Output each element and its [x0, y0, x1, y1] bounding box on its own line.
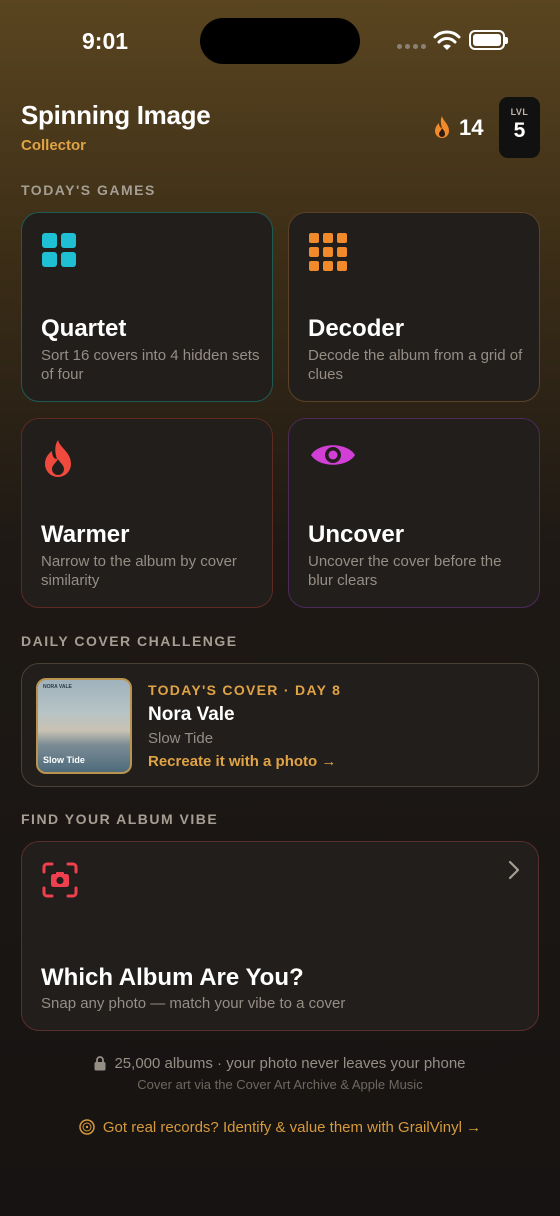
game-description: Decode the album from a grid of clues — [308, 347, 523, 383]
status-bar: 9:01 — [0, 0, 560, 80]
privacy-note: 25,000 albums · your photo never leaves … — [0, 1055, 560, 1072]
cover-label: Slow Tide — [43, 755, 85, 765]
section-label-vibe: FIND YOUR ALBUM VIBE — [21, 811, 219, 827]
battery-icon — [469, 30, 508, 50]
game-card-warmer[interactable]: Warmer Narrow to the album by cover simi… — [21, 418, 273, 608]
challenge-album: Slow Tide — [148, 730, 214, 747]
level-value: 5 — [513, 119, 526, 142]
header: Spinning Image Collector 14 LVL 5 — [21, 97, 541, 160]
camera-scan-icon — [42, 862, 78, 898]
flame-icon — [45, 440, 71, 477]
game-card-quartet[interactable]: Quartet Sort 16 covers into 4 hidden set… — [21, 212, 273, 402]
signal-icon — [397, 44, 426, 49]
section-label-games: TODAY'S GAMES — [21, 182, 156, 198]
game-card-uncover[interactable]: Uncover Uncover the cover before the blu… — [288, 418, 540, 608]
section-label-challenge: DAILY COVER CHALLENGE — [21, 633, 238, 649]
game-title: Warmer — [41, 521, 130, 548]
privacy-note-text: 25,000 albums · your photo never leaves … — [114, 1055, 466, 1072]
challenge-artist: Nora Vale — [148, 704, 235, 725]
vinyl-record-icon — [79, 1119, 95, 1135]
flame-icon — [435, 116, 449, 138]
wifi-icon — [433, 30, 461, 50]
game-description: Uncover the cover before the blur clears — [308, 553, 502, 589]
chevron-right-icon — [508, 860, 520, 880]
eye-icon — [311, 445, 355, 465]
game-title: Decoder — [308, 315, 405, 342]
album-cover-thumbnail: NORA VALE Slow Tide — [36, 678, 132, 774]
streak-count: 14 — [459, 115, 484, 140]
lock-icon — [94, 1056, 106, 1071]
recreate-photo-link[interactable]: Recreate it with a photo → — [148, 753, 336, 770]
game-description: Narrow to the album by cover similarity — [41, 553, 237, 589]
status-time: 9:01 — [82, 28, 129, 54]
album-vibe-card[interactable]: Which Album Are You? Snap any photo — ma… — [21, 841, 539, 1031]
game-title: Uncover — [308, 521, 405, 548]
promo-text: Got real records? Identify & value them … — [102, 1119, 482, 1136]
game-card-decoder[interactable]: Decoder Decode the album from a grid of … — [288, 212, 540, 402]
grid-3x3-icon — [309, 233, 347, 271]
vibe-description: Snap any photo — match your vibe to a co… — [41, 995, 346, 1012]
vibe-title: Which Album Are You? — [41, 964, 304, 991]
cover-small-text: NORA VALE — [43, 684, 72, 690]
level-label: LVL — [510, 107, 529, 117]
game-title: Quartet — [41, 315, 127, 342]
attribution-note: Cover art via the Cover Art Archive & Ap… — [137, 1077, 423, 1092]
daily-challenge-card[interactable]: NORA VALE Slow Tide TODAY'S COVER · DAY … — [21, 663, 539, 787]
grailvinyl-promo-link[interactable]: Got real records? Identify & value them … — [0, 1119, 560, 1136]
game-description: Sort 16 covers into 4 hidden sets of fou… — [41, 347, 260, 383]
level-badge[interactable]: LVL 5 — [499, 97, 540, 158]
dynamic-island — [200, 18, 360, 64]
challenge-kicker: TODAY'S COVER · DAY 8 — [148, 682, 342, 698]
grid-2x2-icon — [42, 233, 76, 267]
streak-counter[interactable]: 14 — [431, 115, 483, 141]
